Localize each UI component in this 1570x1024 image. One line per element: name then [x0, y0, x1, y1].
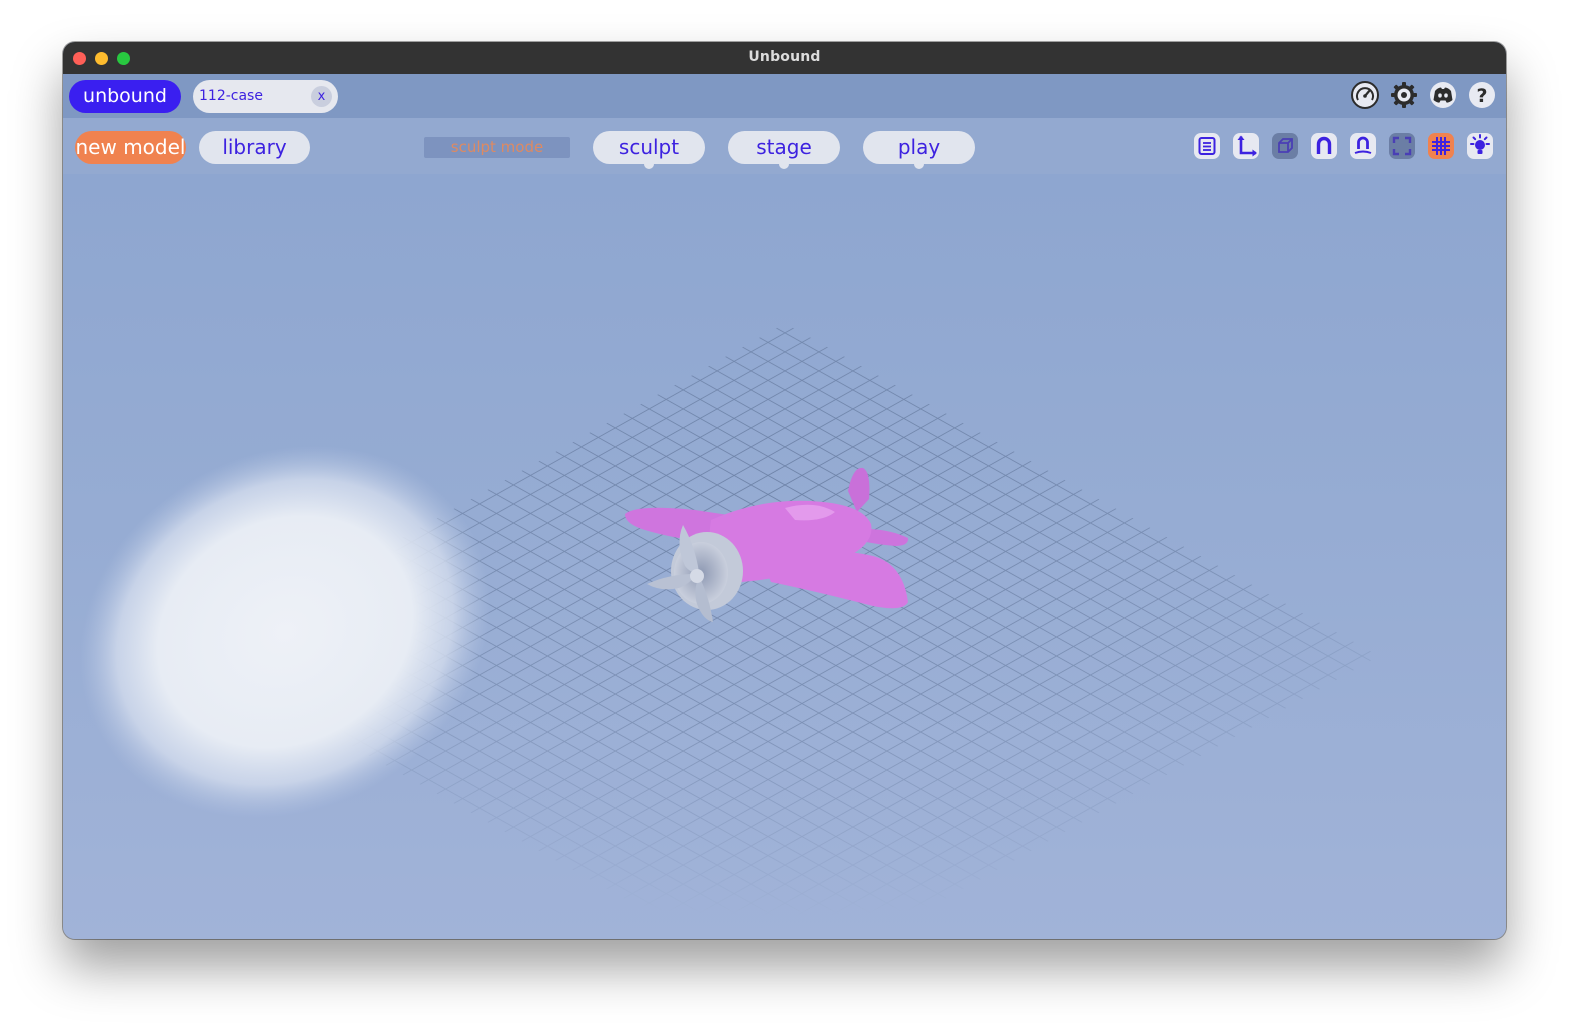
unbound-home-button[interactable]: unbound: [69, 80, 181, 113]
light-icon[interactable]: [1466, 132, 1494, 160]
outline-list-icon[interactable]: [1193, 132, 1221, 160]
svg-text:?: ?: [1476, 85, 1487, 107]
window-title: Unbound: [748, 49, 821, 65]
scene-canvas: [80, 323, 1379, 939]
top-icon-group: ?: [1351, 81, 1496, 109]
sculpt-mode-indicator: [644, 159, 654, 169]
play-mode-button[interactable]: play: [863, 131, 975, 169]
close-document-button[interactable]: x: [311, 86, 332, 107]
grid-icon[interactable]: [1427, 132, 1455, 160]
document-tab-name: 112-case: [199, 88, 263, 104]
speedometer-icon[interactable]: [1351, 81, 1379, 109]
cube-icon[interactable]: [1271, 132, 1299, 160]
library-button[interactable]: library: [199, 131, 310, 164]
3d-viewport[interactable]: [63, 174, 1506, 939]
settings-gear-icon[interactable]: [1390, 81, 1418, 109]
help-icon[interactable]: ?: [1468, 81, 1496, 109]
sculpt-mode-label: sculpt: [618, 135, 680, 159]
new-model-button[interactable]: new model: [75, 131, 186, 164]
top-bar: unbound 112-case x ?: [63, 74, 1506, 118]
view-icon-group: [1193, 132, 1494, 160]
discord-icon[interactable]: [1429, 81, 1457, 109]
frame-icon[interactable]: [1388, 132, 1416, 160]
magnet-icon[interactable]: [1310, 132, 1338, 160]
main-toolbar: new model library sculpt mode sculpt sta…: [63, 118, 1506, 174]
app-window: Unbound unbound 112-case x ? new model l…: [63, 42, 1506, 939]
stage-mode-button[interactable]: stage: [728, 131, 840, 169]
stage-mode-indicator: [779, 159, 789, 169]
mirror-magnet-icon[interactable]: [1349, 132, 1377, 160]
sculpt-mode-button[interactable]: sculpt: [593, 131, 705, 169]
axes-icon[interactable]: [1232, 132, 1260, 160]
stage-mode-label: stage: [756, 135, 812, 159]
play-mode-indicator: [914, 159, 924, 169]
mode-label: sculpt mode: [424, 137, 570, 158]
title-bar: Unbound: [63, 42, 1506, 75]
play-mode-label: play: [897, 135, 941, 159]
document-tab[interactable]: 112-case x: [193, 80, 338, 113]
